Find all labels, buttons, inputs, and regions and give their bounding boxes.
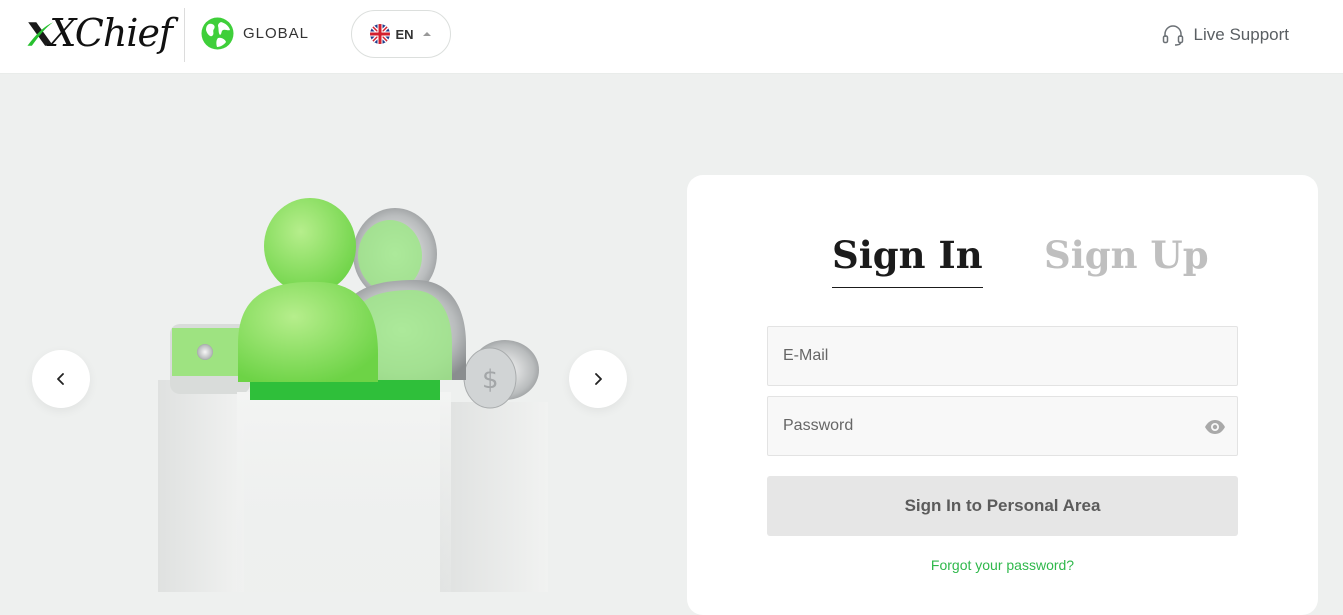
- auth-card: Sign In Sign Up Sign In to Personal Area…: [687, 175, 1318, 615]
- tab-sign-up[interactable]: Sign Up: [1044, 233, 1209, 287]
- brand-name: XChief: [49, 11, 173, 55]
- language-code: EN: [395, 26, 414, 42]
- eye-icon[interactable]: [1204, 417, 1226, 437]
- forgot-password-link[interactable]: Forgot your password?: [687, 557, 1318, 573]
- chevron-left-icon: [57, 373, 64, 385]
- email-field[interactable]: [768, 327, 1237, 385]
- header-divider: [184, 8, 185, 62]
- password-field-wrapper: [767, 396, 1238, 456]
- top-header: XChief GLOBAL EN Live Support: [0, 0, 1343, 74]
- live-support-link[interactable]: Live Support: [1161, 22, 1289, 48]
- brand-logo[interactable]: XChief: [26, 8, 173, 60]
- caret-up-icon: [422, 32, 431, 36]
- community-illustration: $: [158, 198, 548, 592]
- headset-icon: [1162, 25, 1183, 46]
- language-selector[interactable]: EN: [351, 10, 451, 58]
- password-field[interactable]: [768, 397, 1237, 455]
- region-selector[interactable]: GLOBAL: [201, 16, 309, 50]
- uk-flag-icon: [370, 24, 391, 44]
- sign-in-button[interactable]: Sign In to Personal Area: [767, 476, 1238, 536]
- carousel-prev-button[interactable]: [32, 350, 90, 408]
- carousel-next-button[interactable]: [569, 350, 627, 408]
- globe-icon: [201, 17, 234, 49]
- svg-text:$: $: [482, 365, 499, 395]
- chevron-right-icon: [595, 373, 602, 385]
- region-label: GLOBAL: [243, 24, 310, 42]
- tab-sign-in[interactable]: Sign In: [832, 233, 983, 288]
- auth-tabs: Sign In Sign Up: [687, 233, 1318, 293]
- email-field-wrapper: [767, 326, 1238, 386]
- live-support-label: Live Support: [1193, 25, 1289, 44]
- promo-carousel: $: [0, 74, 660, 592]
